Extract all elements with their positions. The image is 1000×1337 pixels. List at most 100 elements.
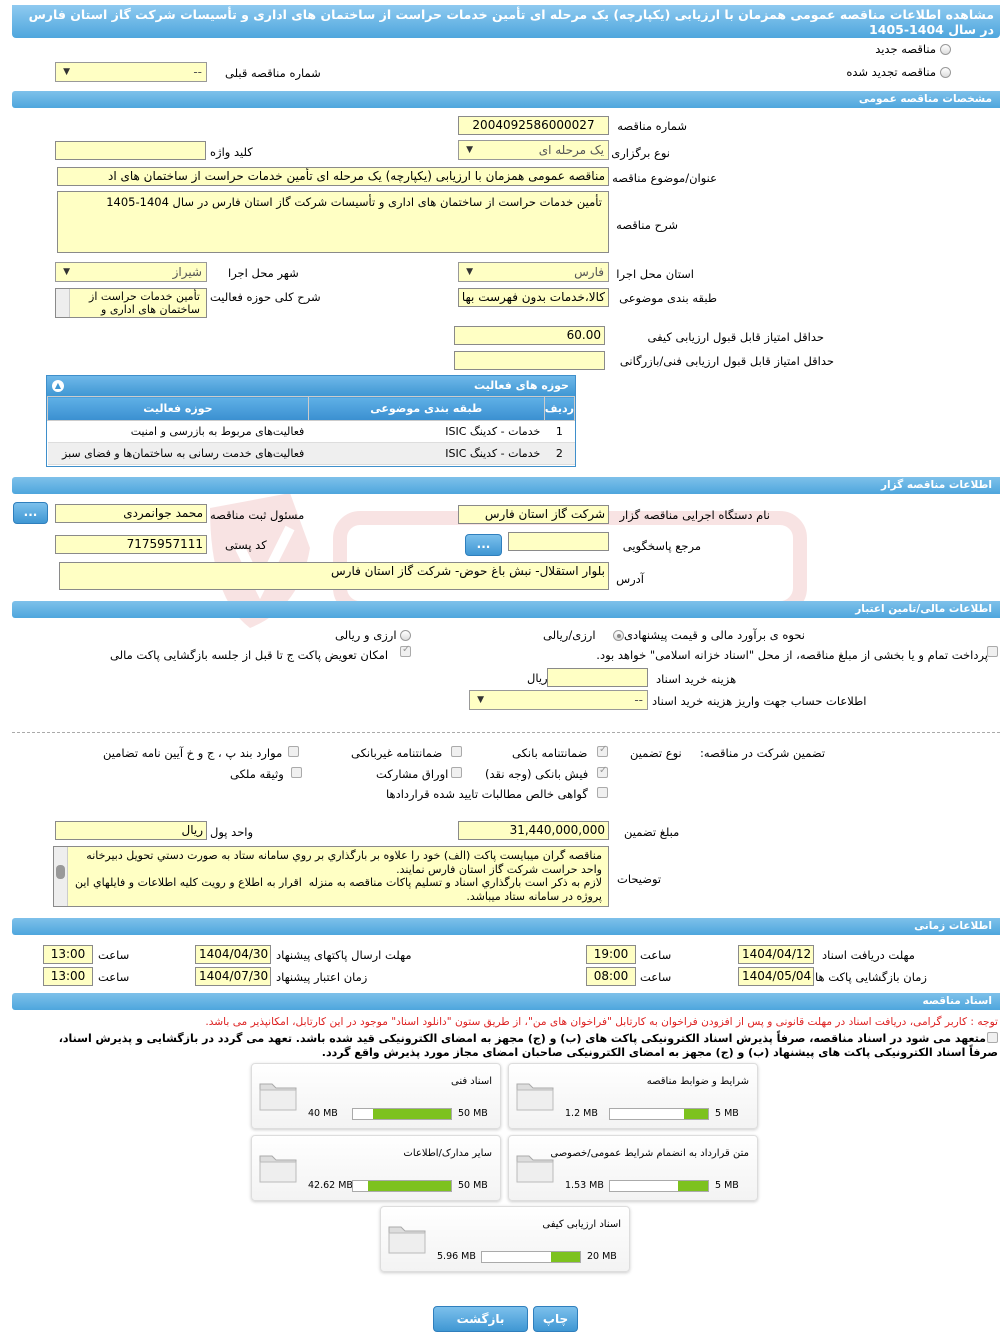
type-select[interactable]: یک مرحله ای ▼ [458,140,609,160]
progress-fill [372,1109,451,1119]
address-label: آدرس [616,572,644,586]
collapse-icon[interactable]: ▲ [52,380,64,392]
validity-date[interactable]: 1404/07/30 [195,967,271,986]
table-row[interactable]: 1 خدمات - کدینگ ISIC فعالیت‌های مربوط به… [47,420,575,443]
validity-label: زمان اعتبار پیشنهاد [276,970,368,984]
commitment-checkbox[interactable] [987,1032,998,1043]
postal-field[interactable]: 7175957111 [55,535,207,554]
bonds-label: اوراق مشارکت [376,767,449,781]
address-field[interactable]: بلوار استقلال- نبش باغ حوض- شرکت گاز است… [59,562,609,590]
doc-cost-label: هزینه خرید اسناد [656,672,737,686]
city-select[interactable]: شیراز ▼ [55,262,207,282]
max-size: 20 MB [587,1251,617,1262]
registrar-more-button[interactable]: ... [13,502,48,524]
claims-certificate-checkbox[interactable] [597,787,608,798]
renewed-tender-label: مناقصه تجدید شده [846,65,936,79]
cell-category: خدمات - کدینگ ISIC [308,420,545,443]
document-name: اسناد ارزیابی کیفی [542,1219,621,1230]
organizer-section-header: اطلاعات مناقصه گزار [12,477,1000,494]
cash-checkbox[interactable] [597,765,608,778]
new-tender-radio[interactable] [940,44,951,55]
scrollbar[interactable] [56,289,70,317]
table-row[interactable]: 2 خدمات - کدینگ ISIC فعالیت‌های خدمت رسا… [47,442,575,465]
document-box[interactable]: سایر مدارک/اطلاعات 42.62 MB 50 MB [251,1135,501,1201]
swap-label: امکان تعویض پاکت ج تا قبل از جلسه بازگشا… [110,648,389,662]
print-button[interactable]: چاپ [533,1306,578,1332]
registrar-field[interactable]: محمد جوانمردی [55,504,207,523]
rules-guarantee-checkbox[interactable] [288,746,299,757]
cell-category: خدمات - کدینگ ISIC [308,442,545,465]
keyword-field[interactable] [55,141,206,160]
min-tech-field[interactable] [454,351,605,370]
general-section-header: مشخصات مناقصه عمومی [12,91,1000,108]
validity-time[interactable]: 13:00 [43,967,93,986]
tender-number-field[interactable]: 2004092586000027 [458,116,609,135]
activities-panel: حوزه های فعالیت ▲ ردیف طبقه بندی موضوعی ح… [46,375,576,467]
bonds-checkbox[interactable] [451,767,462,778]
activities-table: ردیف طبقه بندی موضوعی حوزه فعالیت 1 خدما… [47,396,576,465]
progress-bar [481,1251,581,1263]
back-button[interactable]: بازگشت [433,1306,528,1332]
progress-bar [352,1108,452,1120]
nonbank-guarantee-checkbox[interactable] [451,746,462,757]
chevron-down-icon: ▼ [466,267,473,277]
opening-date[interactable]: 1404/05/04 [738,967,814,986]
guarantee-amount-field[interactable]: 31,440,000,000 [458,821,609,840]
prev-number-select[interactable]: -- ▼ [55,62,207,82]
progress-fill [677,1181,708,1191]
account-select[interactable]: -- ▼ [469,690,648,710]
activities-panel-header: حوزه های فعالیت ▲ [47,376,575,396]
description-textarea[interactable]: تأمین خدمات حراست از ساختمان های اداری و… [57,191,609,253]
receive-deadline-date[interactable]: 1404/04/12 [738,945,814,964]
document-box[interactable]: متن قرارداد به انضمام شرایط عمومی/خصوصی 1… [508,1135,758,1201]
col-row: ردیف [543,396,576,421]
receive-deadline-time[interactable]: 19:00 [586,945,636,964]
org-label: نام دستگاه اجرایی مناقصه گزار [619,508,770,522]
org-field[interactable]: شرکت گاز استان فارس [458,505,609,524]
activity-desc-textarea[interactable]: تأمین خدمات حراست از ساختمان های اداری و [55,288,207,318]
document-box[interactable]: شرایط و ضوابط مناقصه 1.2 MB 5 MB [508,1063,758,1129]
renewed-tender-radio[interactable] [940,67,951,78]
province-select[interactable]: فارس ▼ [458,262,609,282]
submit-deadline-date[interactable]: 1404/04/30 [195,945,271,964]
currency-unit-label: واحد پول [210,825,254,839]
cell-activity: فعالیت‌های خدمت رسانی به ساختمان‌ها و فض… [47,442,309,465]
time-label: ساعت [98,970,130,984]
tender-number-label: شماره مناقصه [617,119,687,133]
min-tech-label: حداقل امتیاز قابل قبول ارزیابی فنی/بازرگ… [619,354,834,368]
swap-checkbox[interactable] [400,644,411,657]
category-field[interactable]: کالا،خدمات بدون فهرست بها [458,288,609,307]
currency-unit-field[interactable]: ریال [55,821,207,840]
activity-desc-label: شرح کلی حوزه فعالیت [210,290,321,304]
used-size: 42.62 MB [308,1180,353,1191]
guarantee-type-label: نوع تضمین [630,746,682,760]
doc-cost-field[interactable] [547,668,648,687]
scrollbar[interactable] [54,847,68,906]
min-quality-label: حداقل امتیاز قابل قبول ارزیابی کیفی [647,330,825,344]
bank-guarantee-checkbox[interactable] [597,744,608,757]
cash-label: فیش بانکی (وجه نقد) [485,767,589,781]
treasury-checkbox[interactable] [987,646,998,657]
opening-time[interactable]: 08:00 [586,967,636,986]
reference-more-button[interactable]: ... [465,534,502,556]
guarantee-label: تضمین شرکت در مناقصه: [700,746,826,760]
page-title: مشاهده اطلاعات مناقصه عمومی همزمان با ار… [12,5,1000,38]
used-size: 40 MB [308,1108,338,1119]
document-box[interactable]: اسناد ارزیابی کیفی 5.96 MB 20 MB [380,1206,630,1272]
chevron-down-icon: ▼ [466,145,473,155]
reference-field[interactable] [508,532,609,551]
property-checkbox[interactable] [291,767,302,778]
min-quality-field[interactable]: 60.00 [454,326,605,345]
notes-textarea[interactable]: مناقصه گران میبایست پاکت (الف) خود را عل… [53,846,609,907]
rial-currency-radio[interactable] [613,630,624,641]
bank-guarantee-label: ضمانتنامه بانکی [512,746,588,760]
time-label: ساعت [98,948,130,962]
document-name: متن قرارداد به انضمام شرایط عمومی/خصوصی [550,1148,749,1159]
used-size: 1.53 MB [565,1180,604,1191]
currency-and-rial-radio[interactable] [400,630,411,641]
document-box[interactable]: اسناد فنی 40 MB 50 MB [251,1063,501,1129]
folder-icon [259,1083,297,1111]
subject-field[interactable]: مناقصه عمومی همزمان با ارزیابی (یکپارچه)… [57,167,609,186]
folder-icon [388,1226,426,1254]
submit-deadline-time[interactable]: 13:00 [43,945,93,964]
